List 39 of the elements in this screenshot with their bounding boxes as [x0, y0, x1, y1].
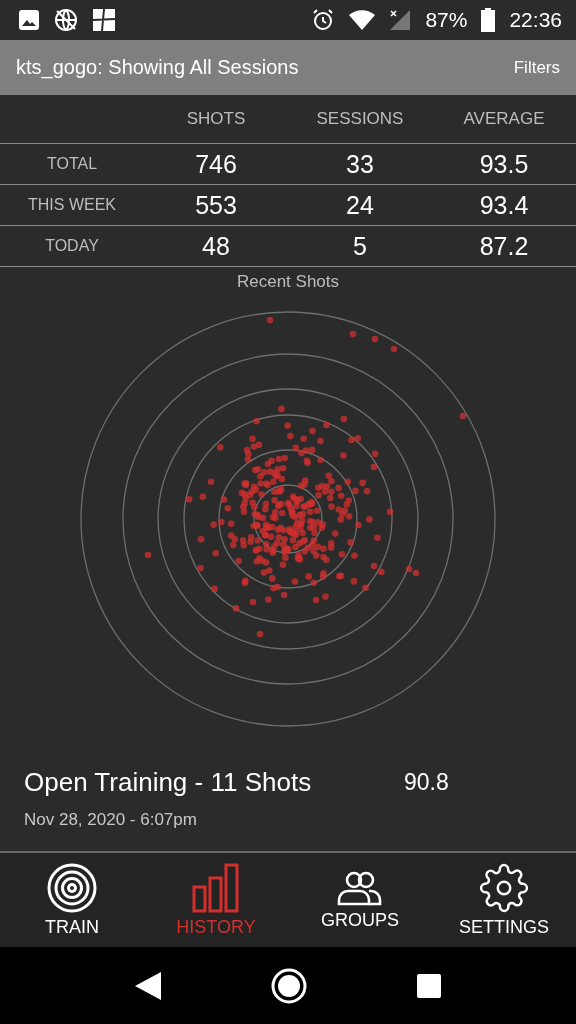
signal-icon — [389, 9, 412, 31]
nav-tab[interactable]: GROUPS — [288, 853, 432, 947]
wifi-icon — [349, 9, 376, 31]
table-cell: 33 — [288, 143, 432, 184]
table-cell: 5 — [288, 225, 432, 267]
globe-off-icon — [54, 8, 78, 32]
table-cell: 87.2 — [432, 225, 576, 267]
table-cell: 746 — [144, 143, 288, 184]
table-cell: 553 — [144, 184, 288, 225]
image-icon — [18, 9, 40, 31]
recents-icon[interactable] — [417, 973, 441, 998]
row-label: TODAY — [0, 225, 144, 267]
bar-chart-icon — [191, 862, 241, 913]
settings-icon — [479, 862, 529, 913]
people-icon — [337, 869, 383, 906]
table-cell: 24 — [288, 184, 432, 225]
app-icon — [92, 8, 116, 32]
column-header: SHOTS — [185, 108, 247, 130]
session-title: Open Training - 11 Shots — [24, 767, 313, 798]
header-title: kts_gogo: Showing All Sessions — [16, 56, 299, 79]
session-score: 90.8 — [404, 769, 449, 796]
battery-icon — [481, 8, 496, 32]
back-icon[interactable] — [135, 971, 161, 1000]
row-label: TOTAL — [0, 143, 144, 184]
table-cell: 93.5 — [432, 143, 576, 184]
row-label: THIS WEEK — [0, 184, 144, 225]
nav-tab[interactable]: TRAIN — [0, 853, 144, 947]
battery-percent: 87% — [425, 8, 468, 32]
target-icon — [47, 862, 97, 913]
nav-tab[interactable]: SETTINGS — [432, 853, 576, 947]
home-icon[interactable] — [271, 967, 307, 1004]
table-cell: 48 — [144, 225, 288, 267]
chart-title: Recent Shots — [235, 271, 341, 293]
table-cell: 93.4 — [432, 184, 576, 225]
filters-button[interactable]: Filters — [513, 57, 560, 78]
column-header: AVERAGE — [462, 108, 546, 130]
session-date: Nov 28, 2020 - 6:07pm — [24, 810, 198, 830]
column-header: SESSIONS — [315, 108, 405, 130]
clock-time: 22:36 — [509, 8, 562, 32]
